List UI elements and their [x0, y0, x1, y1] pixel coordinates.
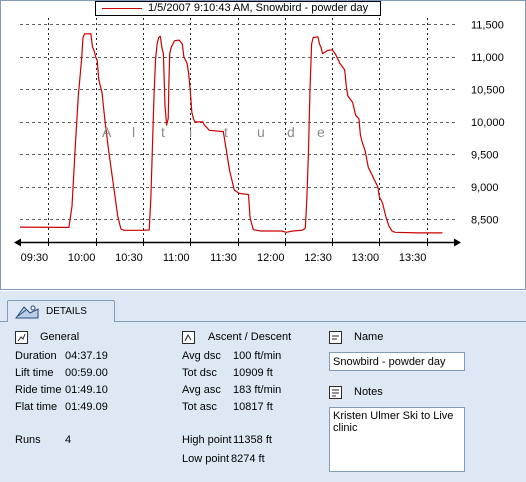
x-tick-label: 11:00: [163, 252, 190, 264]
altitude-watermark-letter: i: [189, 124, 193, 140]
flat-time-value: 01:49.09: [65, 401, 108, 413]
x-tick-label: 09:30: [21, 252, 49, 264]
name-input[interactable]: [329, 352, 465, 371]
lift-time-value: 00:59.00: [65, 367, 108, 379]
grid-lines: [20, 18, 455, 242]
duration-value: 04:37.19: [65, 350, 108, 362]
y-tick-label: 9,500: [471, 149, 499, 161]
x-tick-label: 13:30: [399, 252, 427, 264]
altitude-watermark-letter: d: [287, 124, 295, 140]
low-point-label: Low point: [182, 453, 230, 465]
x-tick-label: 11:30: [210, 252, 237, 264]
ascent-descent-icon: [182, 331, 195, 344]
x-tick-label: 13:00: [352, 252, 380, 264]
details-tab-label: DETAILS: [46, 306, 87, 317]
tot-asc-value: 10817 ft: [233, 401, 273, 413]
avg-asc-label: Avg asc: [182, 384, 221, 396]
general-title: General: [40, 331, 80, 343]
low-point-value: 8274 ft: [231, 453, 265, 465]
y-tick-labels: 8,500 9,000 9,500 10,000 10,500 11,000 11,500: [471, 19, 505, 226]
notes-icon: [329, 386, 342, 399]
name-icon: [329, 331, 342, 344]
runs-label: Runs: [15, 434, 41, 446]
altitude-watermark-letter: l: [132, 124, 136, 140]
chart-legend: 1/5/2007 9:10:43 AM, Snowbird - powder d…: [95, 1, 381, 16]
y-tick-label: 10,500: [471, 84, 505, 96]
flat-time-label: Flat time: [15, 401, 58, 413]
name-title: Name: [354, 331, 384, 343]
x-tick-label: 10:30: [115, 252, 143, 264]
altitude-chart[interactable]: 09:30 10:00 10:30 11:00 11:30 12:00 12:30 13:00…: [0, 0, 526, 290]
avg-dsc-value: 100 ft/min: [233, 350, 282, 362]
details-tab-icon: [15, 305, 39, 319]
x-tick-label: 10:00: [68, 252, 96, 264]
duration-label: Duration: [15, 350, 57, 362]
x-axis-right-arrow: [454, 238, 461, 247]
legend-label: 1/5/2007 9:10:43 AM, Snowbird - powder d…: [148, 2, 369, 14]
altitude-watermark-letter: t: [224, 124, 228, 140]
altitude-watermark-letter: e: [317, 124, 325, 140]
ride-time-value: 01:49.10: [65, 384, 108, 396]
legend-swatch: [102, 8, 142, 9]
x-tick-label: 12:30: [304, 252, 332, 264]
x-axis: [14, 238, 461, 247]
high-point-value: 11358 ft: [233, 434, 272, 446]
avg-asc-value: 183 ft/min: [233, 384, 282, 396]
lift-time-label: Lift time: [15, 367, 54, 379]
details-tab[interactable]: DETAILS: [7, 300, 115, 322]
altitude-watermark-letter: t: [161, 124, 165, 140]
x-axis-left-arrow: [14, 238, 21, 247]
altitude-watermark-letter: A: [102, 124, 112, 140]
tot-dsc-label: Tot dsc: [182, 367, 217, 379]
y-tick-label: 8,500: [471, 214, 499, 226]
y-tick-label: 11,500: [471, 19, 504, 31]
ride-time-label: Ride time: [15, 384, 62, 396]
runs-value: 4: [65, 434, 72, 446]
tot-asc-label: Tot asc: [182, 401, 217, 413]
y-tick-label: 9,000: [471, 182, 499, 194]
x-tick-labels: 09:30 10:00 10:30 11:00 11:30 12:00 12:30 13:00…: [21, 252, 427, 264]
general-icon: [15, 331, 28, 344]
tot-dsc-value: 10909 ft: [233, 367, 273, 379]
y-tick-label: 10,000: [471, 117, 505, 129]
avg-dsc-label: Avg dsc: [182, 350, 221, 362]
y-tick-label: 11,000: [471, 52, 504, 64]
x-tick-label: 12:00: [257, 252, 285, 264]
ascent-descent-title: Ascent / Descent: [208, 331, 292, 343]
notes-title: Notes: [354, 386, 383, 398]
altitude-watermark-letter: u: [257, 124, 265, 140]
notes-textarea[interactable]: Kristen Ulmer Ski to Live clinic: [329, 407, 465, 472]
high-point-label: High point: [182, 434, 232, 446]
